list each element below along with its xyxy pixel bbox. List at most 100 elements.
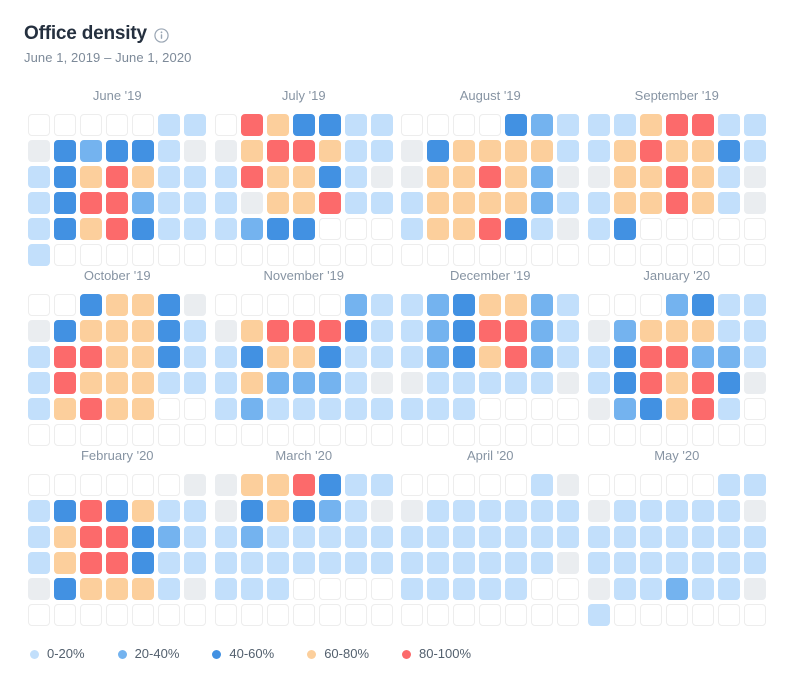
day-cell[interactable]	[587, 578, 610, 600]
day-cell[interactable]	[344, 500, 367, 522]
day-cell[interactable]	[318, 114, 341, 136]
day-cell[interactable]	[106, 218, 129, 240]
day-cell[interactable]	[370, 192, 393, 214]
day-cell[interactable]	[266, 578, 289, 600]
day-cell[interactable]	[691, 398, 714, 420]
day-cell[interactable]	[665, 166, 688, 188]
day-cell[interactable]	[401, 294, 424, 316]
day-cell[interactable]	[158, 552, 181, 574]
day-cell[interactable]	[266, 218, 289, 240]
day-cell[interactable]	[587, 372, 610, 394]
day-cell[interactable]	[505, 192, 528, 214]
day-cell[interactable]	[240, 192, 263, 214]
day-cell[interactable]	[427, 372, 450, 394]
day-cell[interactable]	[370, 346, 393, 368]
day-cell[interactable]	[639, 372, 662, 394]
day-cell[interactable]	[717, 578, 740, 600]
day-cell[interactable]	[479, 500, 502, 522]
day-cell[interactable]	[292, 320, 315, 342]
day-cell[interactable]	[80, 398, 103, 420]
day-cell[interactable]	[344, 192, 367, 214]
day-cell[interactable]	[292, 526, 315, 548]
day-cell[interactable]	[184, 166, 207, 188]
day-cell[interactable]	[214, 372, 237, 394]
day-cell[interactable]	[743, 474, 766, 496]
day-cell[interactable]	[132, 294, 155, 316]
legend-item[interactable]: 80-100%	[402, 646, 471, 662]
day-cell[interactable]	[266, 526, 289, 548]
day-cell[interactable]	[453, 294, 476, 316]
day-cell[interactable]	[743, 320, 766, 342]
day-cell[interactable]	[158, 500, 181, 522]
day-cell[interactable]	[54, 166, 77, 188]
day-cell[interactable]	[80, 552, 103, 574]
day-cell[interactable]	[28, 552, 51, 574]
day-cell[interactable]	[318, 166, 341, 188]
day-cell[interactable]	[401, 346, 424, 368]
day-cell[interactable]	[613, 526, 636, 548]
day-cell[interactable]	[479, 346, 502, 368]
day-cell[interactable]	[184, 192, 207, 214]
day-cell[interactable]	[214, 140, 237, 162]
day-cell[interactable]	[214, 192, 237, 214]
legend-item[interactable]: 40-60%	[212, 646, 274, 662]
day-cell[interactable]	[106, 398, 129, 420]
day-cell[interactable]	[639, 346, 662, 368]
day-cell[interactable]	[54, 140, 77, 162]
day-cell[interactable]	[531, 192, 554, 214]
day-cell[interactable]	[106, 294, 129, 316]
day-cell[interactable]	[587, 552, 610, 574]
day-cell[interactable]	[743, 166, 766, 188]
day-cell[interactable]	[54, 578, 77, 600]
day-cell[interactable]	[292, 114, 315, 136]
day-cell[interactable]	[214, 346, 237, 368]
day-cell[interactable]	[80, 192, 103, 214]
day-cell[interactable]	[132, 526, 155, 548]
day-cell[interactable]	[132, 500, 155, 522]
day-cell[interactable]	[613, 398, 636, 420]
day-cell[interactable]	[505, 294, 528, 316]
day-cell[interactable]	[240, 218, 263, 240]
day-cell[interactable]	[318, 192, 341, 214]
day-cell[interactable]	[691, 192, 714, 214]
day-cell[interactable]	[427, 398, 450, 420]
day-cell[interactable]	[717, 500, 740, 522]
day-cell[interactable]	[505, 320, 528, 342]
day-cell[interactable]	[318, 372, 341, 394]
day-cell[interactable]	[401, 526, 424, 548]
day-cell[interactable]	[613, 500, 636, 522]
day-cell[interactable]	[717, 320, 740, 342]
day-cell[interactable]	[240, 346, 263, 368]
day-cell[interactable]	[743, 114, 766, 136]
day-cell[interactable]	[453, 218, 476, 240]
day-cell[interactable]	[184, 320, 207, 342]
day-cell[interactable]	[531, 320, 554, 342]
day-cell[interactable]	[80, 218, 103, 240]
day-cell[interactable]	[427, 218, 450, 240]
day-cell[interactable]	[240, 578, 263, 600]
day-cell[interactable]	[665, 552, 688, 574]
day-cell[interactable]	[613, 346, 636, 368]
day-cell[interactable]	[531, 526, 554, 548]
day-cell[interactable]	[427, 500, 450, 522]
day-cell[interactable]	[453, 398, 476, 420]
day-cell[interactable]	[557, 218, 580, 240]
day-cell[interactable]	[214, 552, 237, 574]
day-cell[interactable]	[292, 372, 315, 394]
day-cell[interactable]	[184, 294, 207, 316]
day-cell[interactable]	[214, 166, 237, 188]
day-cell[interactable]	[743, 578, 766, 600]
day-cell[interactable]	[427, 192, 450, 214]
day-cell[interactable]	[370, 372, 393, 394]
day-cell[interactable]	[158, 578, 181, 600]
day-cell[interactable]	[344, 320, 367, 342]
day-cell[interactable]	[479, 320, 502, 342]
day-cell[interactable]	[531, 166, 554, 188]
day-cell[interactable]	[370, 294, 393, 316]
day-cell[interactable]	[717, 114, 740, 136]
day-cell[interactable]	[401, 166, 424, 188]
day-cell[interactable]	[318, 474, 341, 496]
day-cell[interactable]	[266, 552, 289, 574]
day-cell[interactable]	[318, 140, 341, 162]
day-cell[interactable]	[639, 166, 662, 188]
